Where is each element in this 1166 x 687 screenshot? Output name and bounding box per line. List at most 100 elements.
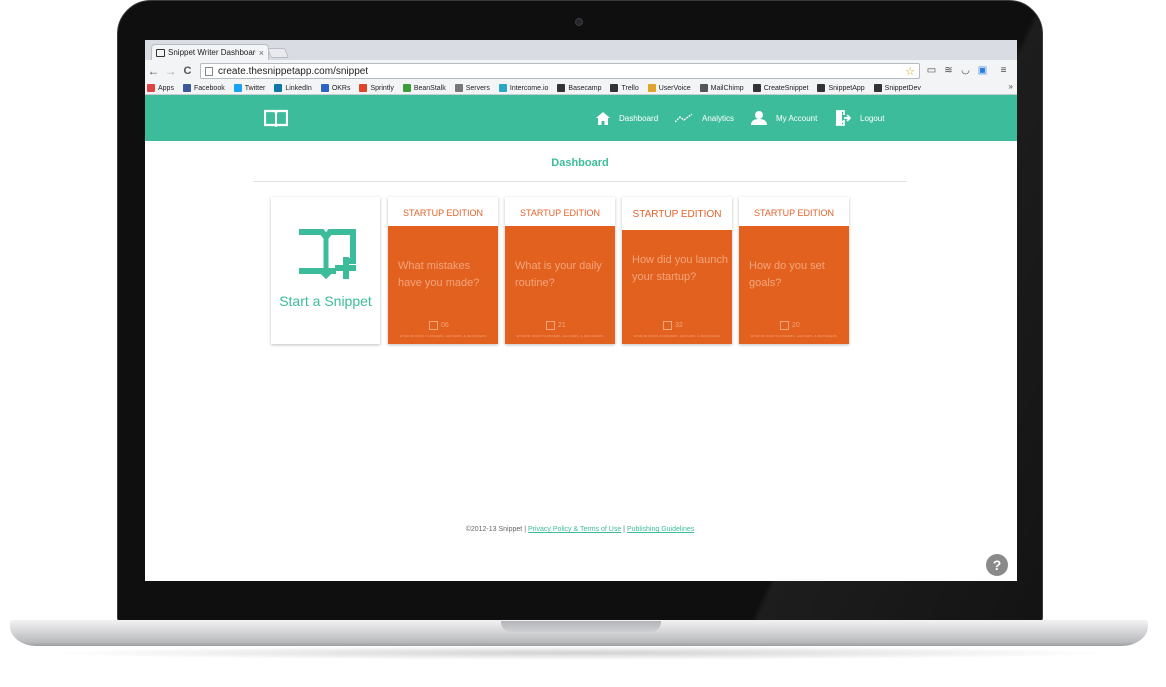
guidelines-link[interactable]: Publishing Guidelines: [627, 526, 694, 533]
bookmark-label: SnippetApp: [828, 84, 865, 92]
close-icon[interactable]: ×: [259, 48, 264, 58]
okrs-icon: [320, 84, 329, 92]
book-number-icon: [546, 321, 555, 330]
app-header: Dashboard Analytics My Account Logout: [145, 95, 1017, 141]
logout-icon: [835, 110, 851, 126]
edition-label: STARTUP EDITION: [388, 197, 498, 226]
card-cover: How did you launch your startup? 32 WISD…: [622, 230, 732, 344]
bookmark-item[interactable]: UserVoice: [647, 84, 691, 92]
book-number-icon: [780, 321, 789, 330]
bookmark-label: OKRs: [331, 84, 351, 92]
bookmark-label: UserVoice: [658, 84, 691, 92]
privacy-link[interactable]: Privacy Policy & Terms of Use: [528, 526, 621, 533]
browser-tab[interactable]: Snippet Writer Dashboard ×: [151, 44, 269, 60]
bookmark-item[interactable]: Intercome.io: [498, 84, 549, 92]
edition-label: STARTUP EDITION: [622, 197, 732, 230]
page-title: Dashboard: [551, 157, 609, 169]
bookmarks-bar: Apps Facebook Twitter LinkedIn OKRs Sprintly B…: [145, 82, 1017, 95]
card-subtitle: WISDOM FROM FOUNDERS, HACKERS, & DESIGNE…: [750, 334, 838, 338]
nav-dashboard[interactable]: Dashboard: [596, 95, 658, 141]
snippet-logo-icon[interactable]: [264, 109, 288, 127]
bookmark-item[interactable]: Sprintly: [359, 84, 394, 92]
bookmark-item[interactable]: MailChimp: [699, 84, 744, 92]
bookmark-item[interactable]: Twitter: [233, 84, 266, 92]
mailchimp-icon: [699, 84, 708, 92]
home-icon: [596, 111, 610, 125]
intercom-icon: [498, 84, 507, 92]
bookmark-item[interactable]: CreateSnippet: [752, 84, 809, 92]
buffer-icon[interactable]: ≋: [942, 64, 955, 77]
page-icon: [205, 66, 213, 76]
bookmark-label: MailChimp: [710, 84, 744, 92]
nav-logout-label: Logout: [860, 113, 885, 123]
footer: ©2012-13 Snippet | Privacy Policy & Term…: [145, 526, 1015, 533]
laptop-notch: [501, 621, 661, 632]
user-icon: [751, 111, 767, 125]
tab-strip: Snippet Writer Dashboard ×: [145, 40, 1017, 60]
snippet-card[interactable]: STARTUP EDITION How did you launch your …: [622, 197, 732, 344]
back-arrow-icon[interactable]: ←: [145, 64, 162, 78]
edition-label: STARTUP EDITION: [739, 197, 849, 226]
linkedin-icon: [274, 84, 283, 92]
card-subtitle: WISDOM FROM FOUNDERS, HACKERS, & DESIGNE…: [516, 334, 604, 338]
snippet-card[interactable]: STARTUP EDITION What is your daily routi…: [505, 197, 615, 344]
bookmark-label: Intercome.io: [509, 84, 549, 92]
bookmark-item[interactable]: Servers: [454, 84, 490, 92]
help-button[interactable]: ?: [986, 554, 1008, 576]
edition-label: STARTUP EDITION: [505, 197, 615, 226]
line-chart-icon: [675, 113, 693, 123]
card-subtitle: WISDOM FROM FOUNDERS, HACKERS, & DESIGNE…: [399, 334, 487, 338]
copyright-text: ©2012-13 Snippet: [465, 526, 523, 533]
nav-analytics[interactable]: Analytics: [675, 95, 734, 141]
bookmark-item[interactable]: SnippetDev: [873, 84, 921, 92]
snippet-card[interactable]: STARTUP EDITION What mistakes have you m…: [388, 197, 498, 344]
card-cover: How do you set goals? 20 WISDOM FROM FOU…: [739, 226, 849, 344]
forward-arrow-icon[interactable]: →: [162, 64, 179, 78]
bookmark-item[interactable]: SnippetApp: [817, 84, 865, 92]
chat-extension-icon[interactable]: ▣: [976, 64, 989, 77]
snippet-card[interactable]: STARTUP EDITION How do you set goals? 20…: [739, 197, 849, 344]
nav-my-account[interactable]: My Account: [751, 95, 817, 141]
bookmark-item[interactable]: OKRs: [320, 84, 351, 92]
new-tab-button[interactable]: [267, 48, 289, 58]
bookmark-item[interactable]: LinkedIn: [274, 84, 312, 92]
screen: Snippet Writer Dashboard × ← → C create.…: [145, 40, 1017, 581]
basecamp-icon: [557, 84, 566, 92]
card-subtitle: WISDOM FROM FOUNDERS, HACKERS, & DESIGNE…: [633, 334, 721, 338]
bookmarks-overflow-icon[interactable]: »: [1009, 82, 1013, 91]
footer-separator: |: [524, 526, 527, 533]
bookmark-item[interactable]: BeanStalk: [402, 84, 446, 92]
nav-my-account-label: My Account: [776, 113, 818, 123]
card-number: 20: [792, 322, 800, 329]
bookmark-item[interactable]: Apps: [147, 84, 174, 92]
bookmark-label: SnippetDev: [884, 84, 921, 92]
pocket-icon[interactable]: ◡: [959, 64, 972, 77]
cast-icon[interactable]: ▭: [925, 64, 938, 77]
bookmark-label: Twitter: [244, 84, 266, 92]
nav-logout[interactable]: Logout: [835, 95, 884, 141]
address-bar[interactable]: create.thesnippetapp.com/snippet ☆: [200, 63, 920, 79]
beanstalk-icon: [402, 84, 411, 92]
laptop-frame: Snippet Writer Dashboard × ← → C create.…: [0, 0, 1166, 687]
nav-analytics-label: Analytics: [702, 113, 735, 123]
start-snippet-card[interactable]: Start a Snippet: [271, 197, 380, 344]
browser-toolbar: ← → C create.thesnippetapp.com/snippet ☆…: [145, 60, 1017, 82]
card-cover: What is your daily routine? 21 WISDOM FR…: [505, 226, 615, 344]
book-icon: [817, 84, 826, 92]
bookmark-star-icon[interactable]: ☆: [905, 65, 915, 78]
card-question: How do you set goals?: [749, 260, 825, 289]
bookmark-label: BeanStalk: [413, 84, 446, 92]
bookmark-item[interactable]: Basecamp: [557, 84, 601, 92]
book-icon: [156, 48, 165, 57]
card-question: What is your daily routine?: [515, 260, 602, 289]
bookmark-label: CreateSnippet: [763, 84, 809, 92]
url-text[interactable]: create.thesnippetapp.com/snippet: [218, 66, 905, 77]
webcam: [575, 18, 583, 26]
reload-icon[interactable]: C: [179, 65, 196, 77]
bookmark-item[interactable]: Trello: [610, 84, 639, 92]
menu-icon[interactable]: ≡: [997, 64, 1010, 77]
trello-icon: [610, 84, 619, 92]
bookmark-label: Trello: [621, 84, 639, 92]
card-cover: What mistakes have you made? 06 WISDOM F…: [388, 226, 498, 344]
bookmark-item[interactable]: Facebook: [182, 84, 225, 92]
